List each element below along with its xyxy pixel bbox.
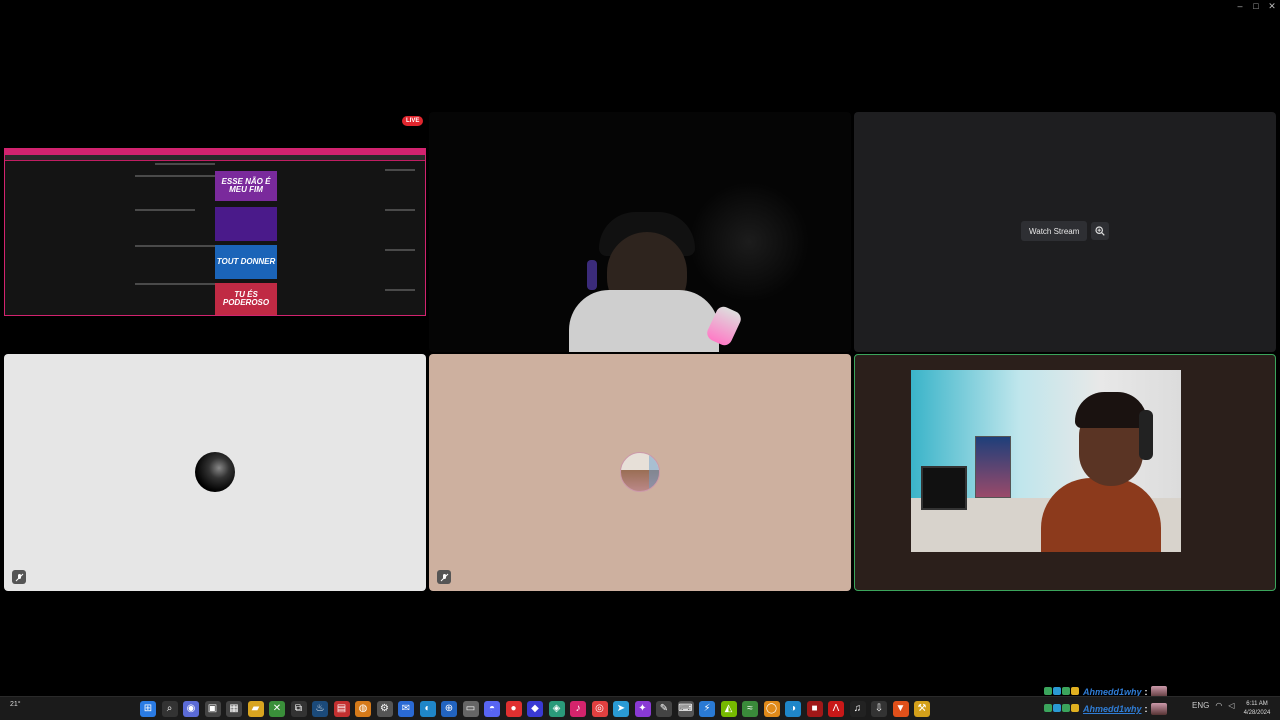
edge-icon[interactable]: ◐ (419, 701, 436, 717)
terminal-icon[interactable]: ⌨ (677, 701, 694, 717)
language-indicator[interactable]: ENG (1192, 701, 1209, 710)
screen-share-tile[interactable]: LIVE ESSE NÃO É MEU FIM TOUT DONNER TU É… (4, 112, 426, 352)
chat-icon[interactable]: ◈ (548, 701, 565, 717)
date: 4/28/2024 (1243, 710, 1271, 716)
person-body (1041, 478, 1161, 552)
taskbar: 21° ⊞ ⌕ ◉ ▣ ▦ ▰ ✕ ⧉ ♨ ▤ ◍ ⚙ ✉ ◐ ⊕ ▭ ◓ ● ◆ ◈ ♪ ◎ ➤ ✦ ✎ ⌨ ⚡ ◭ ≈ ◯ ◑ ■ Λ ♫ ⇩ ▼… (0, 696, 1280, 720)
tools-icon[interactable]: ⚒ (914, 701, 930, 717)
store-icon[interactable]: ⊕ (441, 701, 457, 717)
minimize-icon[interactable]: – (1232, 0, 1248, 12)
chat-colon: : (1144, 704, 1148, 714)
chat-badges (1044, 704, 1080, 714)
chat-username[interactable]: Ahmedd1why (1083, 704, 1142, 714)
sidebar-line (385, 249, 415, 251)
start-icon[interactable]: ⊞ (140, 701, 156, 717)
browser-icon[interactable]: ◯ (763, 701, 780, 717)
edge2-icon[interactable]: ◑ (785, 701, 801, 717)
blender-icon[interactable]: ◍ (355, 701, 371, 717)
adobe-icon[interactable]: Λ (828, 701, 844, 717)
time: 6:11 AM (1246, 701, 1268, 707)
mail-icon[interactable]: ✉ (398, 701, 414, 717)
webcam-tile[interactable] (429, 112, 851, 352)
notes-icon[interactable]: ▭ (462, 701, 479, 717)
text-line (135, 245, 215, 247)
mic-off-icon (12, 570, 26, 584)
weather-widget[interactable]: 21° (10, 701, 21, 708)
red-app-icon[interactable]: ■ (806, 701, 823, 717)
mic-off-icon (437, 570, 451, 584)
text-line (155, 163, 215, 165)
speaking-participant-tile[interactable] (854, 354, 1276, 591)
participant-video (911, 370, 1181, 552)
shared-screen-preview: ESSE NÃO É MEU FIM TOUT DONNER TU ÉS POD… (4, 148, 426, 316)
chrome-icon[interactable]: ◎ (591, 701, 608, 717)
sidebar-line (385, 289, 415, 291)
avatar (620, 452, 660, 492)
video-thumbnail[interactable]: ESSE NÃO É MEU FIM (215, 171, 277, 201)
taskbar-apps: ⊞ ⌕ ◉ ▣ ▦ ▰ ✕ ⧉ ♨ ▤ ◍ ⚙ ✉ ◐ ⊕ ▭ ◓ ● ◆ ◈ ♪ ◎ ➤ ✦ ✎ ⌨ ⚡ ◭ ≈ ◯ ◑ ■ Λ ♫ ⇩ ▼ ⚒ (140, 701, 930, 717)
poster (975, 436, 1011, 498)
speaker-icon[interactable]: ◁ (1228, 701, 1234, 710)
text-line (135, 209, 195, 211)
wifi-icon[interactable]: ◠ (1215, 701, 1222, 710)
cube-icon[interactable]: ◆ (527, 701, 543, 717)
snake-icon[interactable]: ≈ (742, 701, 758, 717)
system-tray: ENG ◠ ◁ (1192, 701, 1234, 710)
live-badge: LIVE (402, 116, 424, 126)
search-icon[interactable]: ⌕ (161, 701, 178, 717)
nvidia-icon[interactable]: ◭ (720, 701, 737, 717)
copilot-icon[interactable]: ◉ (183, 701, 199, 717)
background-light (689, 182, 809, 302)
headphone (1139, 410, 1153, 460)
stream-tile[interactable]: Watch Stream (854, 112, 1276, 352)
window-controls: – □ ✕ (1232, 0, 1280, 12)
person-hair (1075, 392, 1147, 428)
person-shirt (569, 290, 719, 352)
emote-icon (1150, 703, 1167, 715)
maximize-icon[interactable]: □ (1248, 0, 1264, 12)
music-icon[interactable]: ♫ (849, 701, 866, 717)
zoom-in-icon[interactable] (1091, 222, 1109, 240)
video-thumbnail[interactable]: TU ÉS PODEROSO (215, 283, 277, 315)
file-explorer-icon[interactable]: ▰ (247, 701, 264, 717)
sidebar-line (385, 209, 415, 211)
text-line (135, 283, 215, 285)
tiktok-icon[interactable]: ♪ (570, 701, 586, 717)
brave-icon[interactable]: ▼ (892, 701, 909, 717)
video-thumbnail[interactable] (215, 207, 277, 241)
video-thumbnail[interactable]: TOUT DONNER (215, 245, 277, 279)
download-icon[interactable]: ⇩ (871, 701, 887, 717)
notification-icon[interactable]: ● (505, 701, 522, 717)
chat-overlay-line: Ahmedd1why : (1044, 703, 1167, 715)
close-icon[interactable]: ✕ (1264, 0, 1280, 12)
discord-icon[interactable]: ◓ (484, 701, 500, 717)
steam-icon[interactable]: ♨ (312, 701, 328, 717)
clock[interactable]: 6:11 AM 4/28/2024 (1238, 700, 1276, 718)
avatar (195, 452, 235, 492)
gear-icon[interactable]: ⚙ (376, 701, 393, 717)
telegram-icon[interactable]: ➤ (613, 701, 629, 717)
participant-tile[interactable] (429, 354, 851, 591)
monitor (921, 466, 967, 510)
sidebar-line (385, 169, 415, 171)
xbox-icon[interactable]: ✕ (269, 701, 285, 717)
sparkle-icon[interactable]: ✦ (634, 701, 651, 717)
pdf-icon[interactable]: ▤ (333, 701, 350, 717)
bolt-icon[interactable]: ⚡ (699, 701, 715, 717)
text-line (135, 175, 215, 177)
participant-tile[interactable] (4, 354, 426, 591)
editor-icon[interactable]: ✎ (656, 701, 672, 717)
widgets-icon[interactable]: ▦ (226, 701, 242, 717)
browser-toolbar (5, 155, 425, 161)
headset (587, 260, 597, 290)
task-view-icon[interactable]: ▣ (204, 701, 221, 717)
watch-stream-button[interactable]: Watch Stream (1021, 221, 1088, 241)
capcut-icon[interactable]: ⧉ (290, 701, 307, 717)
